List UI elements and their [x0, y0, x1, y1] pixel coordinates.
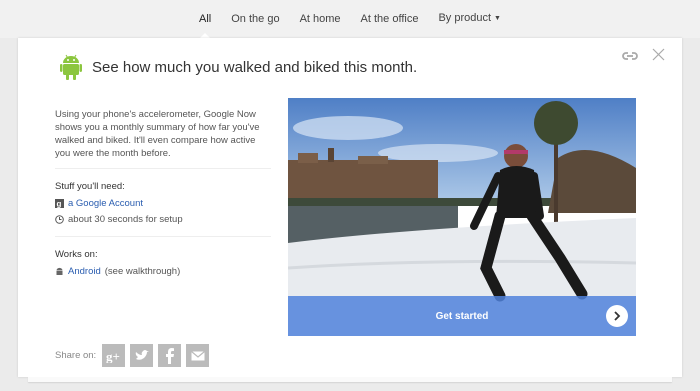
- google-account-link[interactable]: a Google Account: [68, 197, 143, 210]
- mail-icon: [190, 350, 205, 360]
- tab-at-home[interactable]: At home: [290, 0, 351, 38]
- android-icon: [56, 267, 63, 275]
- get-started-button[interactable]: Get started: [288, 296, 636, 336]
- works-on-android: Android (see walkthrough): [55, 265, 271, 278]
- card-title: See how much you walked and biked this m…: [92, 59, 418, 76]
- chevron-down-icon: ▼: [494, 15, 501, 22]
- google-plus-share-button[interactable]: g+: [102, 344, 126, 367]
- requirement-google-account: g a Google Account: [55, 197, 271, 210]
- hero-image: Get started: [288, 98, 636, 336]
- twitter-share-button[interactable]: [130, 344, 154, 367]
- clock-icon: [55, 215, 64, 224]
- tab-by-product[interactable]: By product ▼: [428, 0, 511, 39]
- android-icon: [60, 54, 82, 80]
- setup-time-text: about 30 seconds for setup: [68, 214, 183, 225]
- stuff-needed-label: Stuff you'll need:: [55, 181, 125, 192]
- svg-text:g: g: [57, 200, 62, 209]
- android-link[interactable]: Android: [68, 265, 101, 278]
- svg-text:g+: g+: [106, 349, 120, 363]
- facebook-share-button[interactable]: [158, 344, 182, 367]
- works-on-section: Works on: Android (see walkthrough): [55, 237, 271, 288]
- stuff-needed-section: Stuff you'll need: g a Google Account ab…: [55, 169, 271, 237]
- google-plus-icon: g+: [106, 349, 120, 363]
- twitter-icon: [135, 349, 149, 360]
- share-bar: Share on: g+: [55, 344, 214, 367]
- close-icon[interactable]: [652, 48, 665, 61]
- link-icon[interactable]: [622, 50, 638, 62]
- tab-on-the-go[interactable]: On the go: [221, 0, 289, 38]
- requirement-setup-time: about 30 seconds for setup: [55, 213, 271, 226]
- tab-all[interactable]: All: [189, 0, 221, 39]
- facebook-icon: [165, 347, 174, 364]
- feature-card: See how much you walked and biked this m…: [18, 38, 682, 377]
- card-details: Using your phone's accelerometer, Google…: [55, 108, 271, 288]
- tab-at-the-office[interactable]: At the office: [351, 0, 429, 38]
- walkthrough-text[interactable]: (see walkthrough): [105, 265, 181, 278]
- get-started-label: Get started: [435, 310, 489, 322]
- works-on-label: Works on:: [55, 249, 98, 260]
- card-stack-edge: [28, 377, 672, 382]
- email-share-button[interactable]: [186, 344, 210, 367]
- google-icon: g: [55, 199, 64, 208]
- top-nav: All On the go At home At the office By p…: [0, 0, 700, 39]
- card-description: Using your phone's accelerometer, Google…: [55, 108, 271, 169]
- arrow-right-icon[interactable]: [606, 305, 628, 327]
- share-label: Share on:: [55, 350, 97, 361]
- tab-by-product-label: By product: [438, 12, 492, 24]
